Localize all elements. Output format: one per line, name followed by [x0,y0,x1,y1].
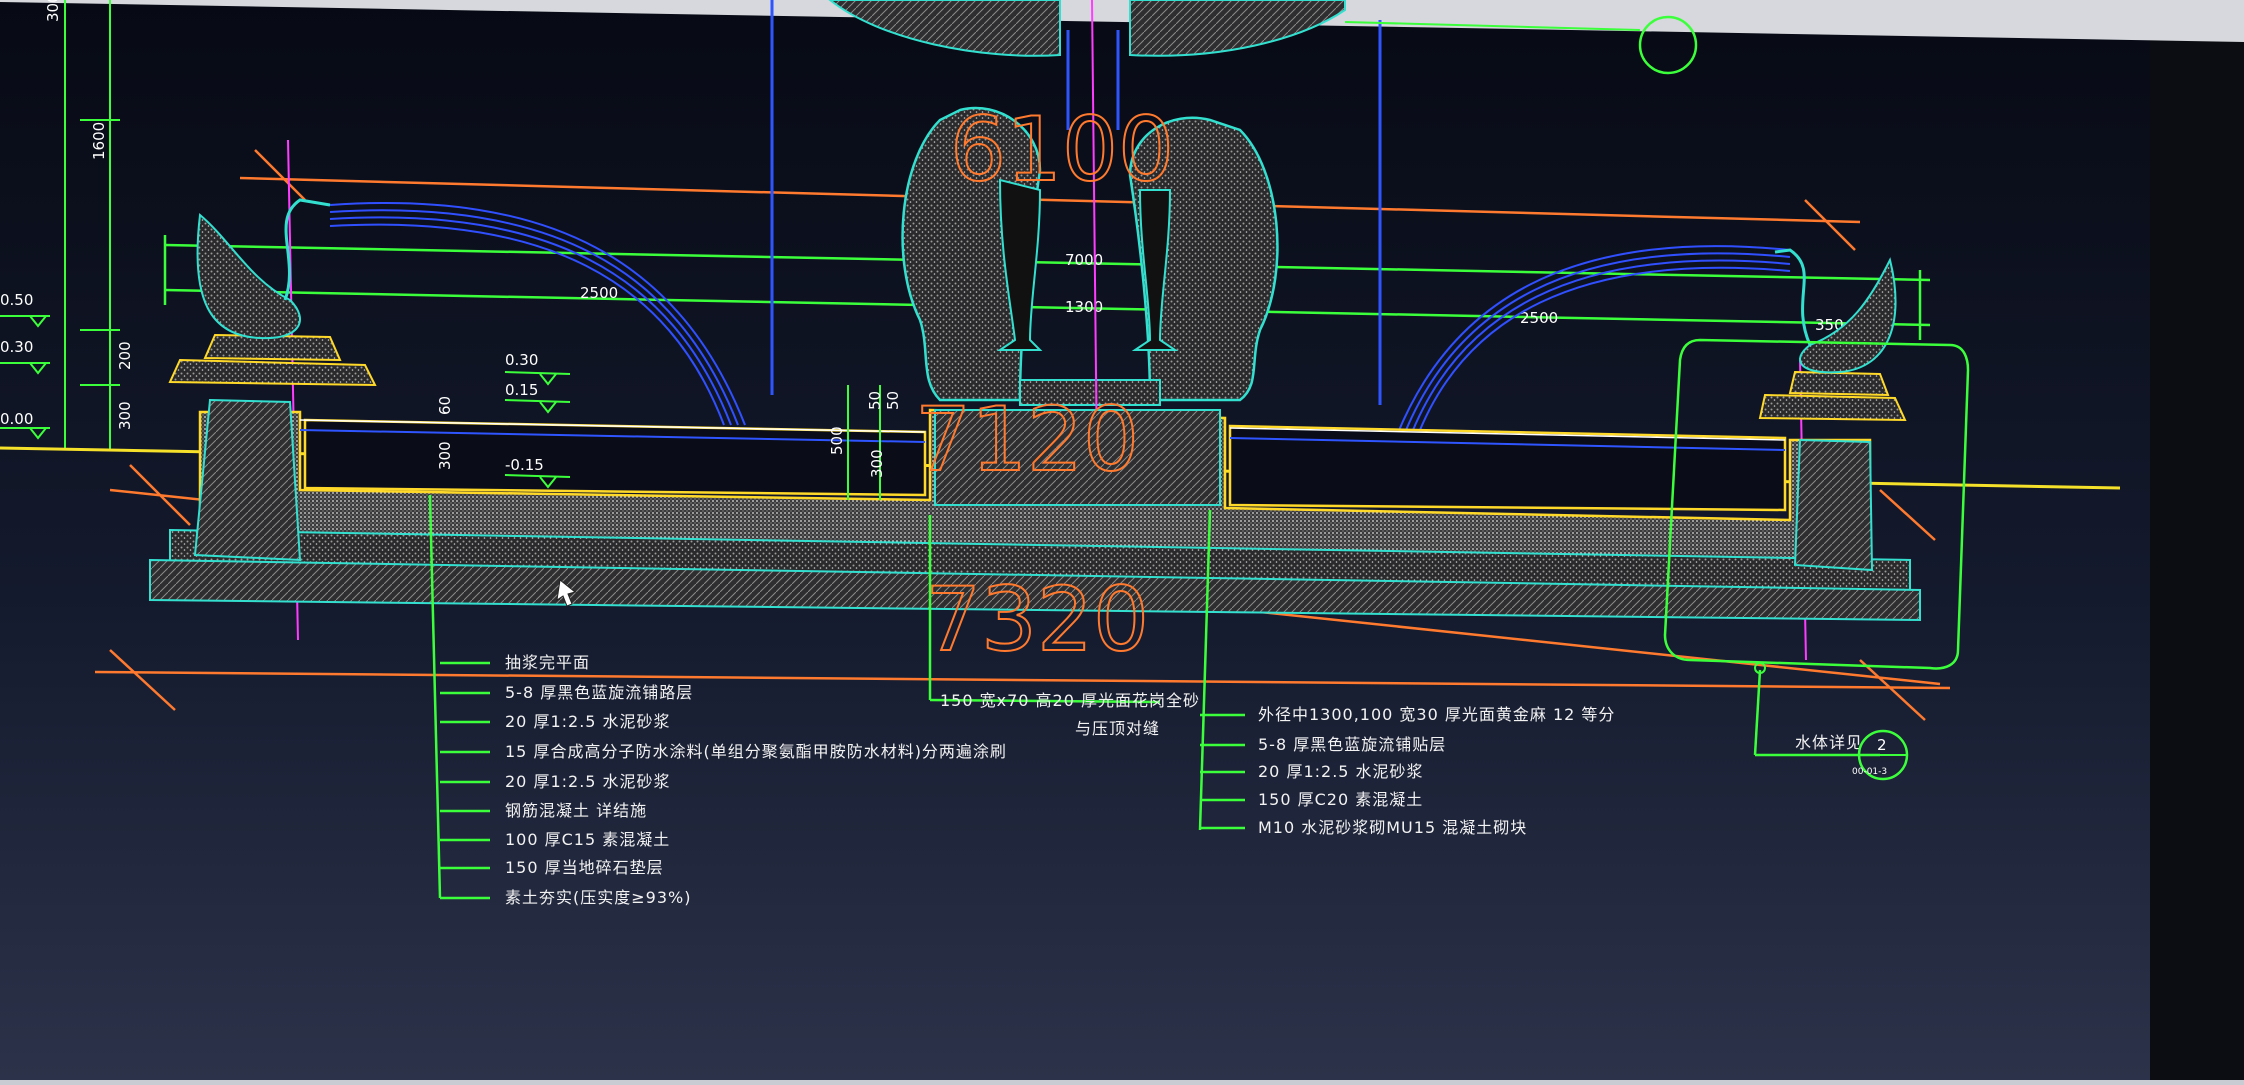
dim-300: 300 [116,401,134,430]
large-dim-7120: 7120 [915,388,1139,491]
detail-ref-sub: 00-01-3 [1852,767,1887,777]
level-050: 0.50 [0,291,33,309]
left-note-7: 100 厚C15 素混凝土 [505,830,670,849]
pool-height-60: 60 [436,396,454,415]
left-note-4: 15 厚合成高分子防水涂料(单组分聚氨酯甲胺防水材料)分两遍涂刷 [505,742,1007,761]
level-030: 0.30 [0,338,33,356]
center-dim-300: 300 [868,449,886,478]
basin-depth-300: 300 [436,441,454,470]
left-note-9: 素土夯实(压实度≥93%) [505,888,691,907]
dim-2500-left: 2500 [580,284,618,302]
left-note-5: 20 厚1:2.5 水泥砂浆 [505,772,671,791]
pool-level-015: 0.15 [505,381,538,399]
center-note-2: 与压顶对缝 [1075,719,1160,738]
level-000: 0.00 [0,410,33,428]
left-note-8: 150 厚当地碎石垫层 [505,858,664,877]
left-note-1: 抽浆完平面 [505,653,590,672]
right-note-4: 150 厚C20 素混凝土 [1258,790,1423,809]
monitor-bezel-right [2150,40,2244,1080]
pool-level-030: 0.30 [505,351,538,369]
dim-2500-right: 2500 [1520,309,1558,327]
center-dim-500: 500 [828,426,846,455]
detail-ref-number: 2 [1877,736,1887,754]
right-note-5: M10 水泥砂浆砌MU15 混凝土砌块 [1258,818,1527,837]
cad-drawing-screen: 3000 1600 200 300 0.50 0.30 0.00 7000 13… [0,0,2244,1080]
large-dim-7320: 7320 [925,568,1149,671]
dim-1600: 1600 [90,122,108,160]
large-dim-6100: 6100 [950,98,1174,201]
monitor-photo: 3000 1600 200 300 0.50 0.30 0.00 7000 13… [0,0,2244,1080]
center-note-1: 150 宽x70 高20 厚光面花岗全砂 [940,691,1200,710]
dim-7000: 7000 [1065,251,1103,269]
right-note-2: 5-8 厚黑色蓝旋流铺贴层 [1258,735,1446,754]
center-dim-50b: 50 [884,391,902,410]
dim-200: 200 [116,341,134,370]
dim-3000: 3000 [44,0,62,22]
left-note-3: 20 厚1:2.5 水泥砂浆 [505,712,671,731]
dim-1300: 1300 [1065,298,1103,316]
left-note-2: 5-8 厚黑色蓝旋流铺路层 [505,683,693,702]
detail-ref-label: 水体详见 [1795,733,1863,752]
left-note-6: 钢筋混凝土 详结施 [505,801,647,820]
center-dim-50a: 50 [866,391,884,410]
pool-level-neg015: -0.15 [505,456,544,474]
right-note-1: 外径中1300,100 宽30 厚光面黄金麻 12 等分 [1258,705,1615,724]
right-note-3: 20 厚1:2.5 水泥砂浆 [1258,762,1424,781]
